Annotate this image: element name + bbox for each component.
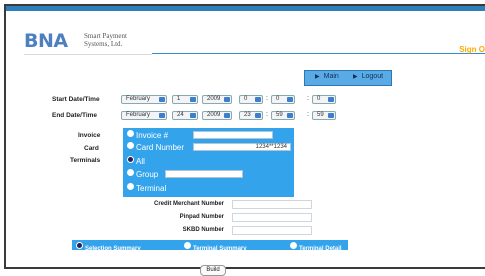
invoice-radio[interactable]: Invoice # [127,130,168,140]
start-day-select[interactable]: 1 [172,95,198,104]
skbd-label: SKBD Number [182,227,224,233]
end-month-select[interactable]: February [121,111,167,120]
end-date-label: End Date/Time [52,112,98,119]
main-label: Main [323,73,339,80]
main-button[interactable]: ▶ Main [315,73,339,80]
start-second-select[interactable]: 0 [312,95,336,104]
invoice-option-label: Invoice # [136,131,169,140]
time-colon: : [266,95,268,102]
spinner-icon [159,97,165,102]
sign-out-link[interactable]: Sign O [459,45,485,54]
pinpad-label: Pinpad Number [179,214,224,220]
start-minute-value: 0 [276,96,280,102]
spinner-icon [190,97,196,102]
radio-icon [290,242,297,249]
spinner-icon [224,113,230,118]
company-line-2: Systems, Ltd. [84,40,123,48]
logout-button[interactable]: ▶ Logout [353,73,383,80]
spinner-icon [255,113,261,118]
end-month-value: February [126,112,151,118]
radio-icon [184,242,191,249]
end-hour-select[interactable]: 23 [239,111,263,120]
nav-bar: ▶ Main ▶ Logout [304,70,392,86]
company-name: Smart Payment Systems, Ltd. [84,32,127,48]
radio-selected-icon [76,242,83,249]
terminal-detail-radio[interactable]: Terminal Detail [290,242,342,252]
arrow-right-icon: ▶ [353,74,358,80]
radio-icon [127,183,134,190]
end-second-select[interactable]: 59 [312,111,336,120]
end-minute-value: 59 [276,112,283,118]
end-day-value: 24 [177,112,184,118]
selection-summary-label: Selection Summary [85,246,141,252]
invoice-input[interactable] [193,131,273,139]
start-hour-value: 0 [244,96,248,102]
end-day-select[interactable]: 24 [172,111,198,120]
terminals-label: Terminals [70,157,101,164]
start-year-select[interactable]: 2009 [202,95,232,104]
time-colon: : [307,111,309,118]
arrow-right-icon: ▶ [315,74,320,80]
logo-divider [24,54,152,55]
end-year-select[interactable]: 2009 [202,111,232,120]
pinpad-input[interactable] [232,213,312,222]
all-radio[interactable]: All [127,156,145,166]
time-colon: : [307,95,309,102]
time-colon: : [266,111,268,118]
logo-text: BNA [24,30,68,52]
invoice-label: Invoice [78,132,101,139]
report-type-bar: Selection Summary Terminal Summary Termi… [72,240,348,252]
end-year-value: 2009 [207,112,221,118]
group-radio[interactable]: Group [127,169,158,179]
start-day-value: 1 [177,96,181,102]
spinner-icon [287,97,293,102]
start-month-select[interactable]: February [121,95,167,104]
radio-icon [127,142,134,149]
spinner-icon [328,97,334,102]
start-minute-select[interactable]: 0 [271,95,295,104]
terminal-option-label: Terminal [136,184,167,193]
start-hour-select[interactable]: 0 [239,95,263,104]
card-option-label: Card Number [136,143,185,152]
selection-summary-radio[interactable]: Selection Summary [76,242,141,252]
bna-logo: BNA [24,30,78,52]
end-second-value: 59 [317,112,324,118]
start-month-value: February [126,96,151,102]
spinner-icon [328,113,334,118]
start-second-value: 0 [317,96,321,102]
header-divider [152,53,485,54]
terminal-radio[interactable]: Terminal [127,183,166,193]
all-option-label: All [136,157,145,166]
skbd-input[interactable] [232,226,312,235]
card-label: Card [84,145,99,152]
end-hour-value: 23 [244,112,251,118]
card-number-radio[interactable]: Card Number [127,142,184,152]
card-number-input[interactable]: 1234**1234 [193,143,291,151]
spinner-icon [287,113,293,118]
company-line-1: Smart Payment [84,32,127,40]
spinner-icon [224,97,230,102]
filter-panel: Invoice # Card Number 1234**1234 All Gro… [123,128,294,197]
radio-icon [127,169,134,176]
spinner-icon [255,97,261,102]
radio-icon [127,130,134,137]
group-input[interactable] [165,170,243,178]
start-date-label: Start Date/Time [52,96,100,103]
end-minute-select[interactable]: 59 [271,111,295,120]
spinner-icon [159,113,165,118]
build-button[interactable]: Build [200,265,226,276]
credit-merchant-input[interactable] [232,200,312,209]
group-option-label: Group [136,170,159,179]
spinner-icon [190,113,196,118]
terminal-summary-radio[interactable]: Terminal Summary [184,242,247,252]
report-window: BNA Smart Payment Systems, Ltd. Sign O ▶… [4,4,485,276]
logout-label: Logout [361,73,384,80]
terminal-detail-label: Terminal Detail [299,246,342,252]
credit-merchant-label: Credit Merchant Number [153,201,224,207]
start-year-value: 2009 [207,96,221,102]
top-accent-bar [6,6,485,11]
radio-selected-icon [127,156,134,163]
terminal-summary-label: Terminal Summary [193,246,247,252]
